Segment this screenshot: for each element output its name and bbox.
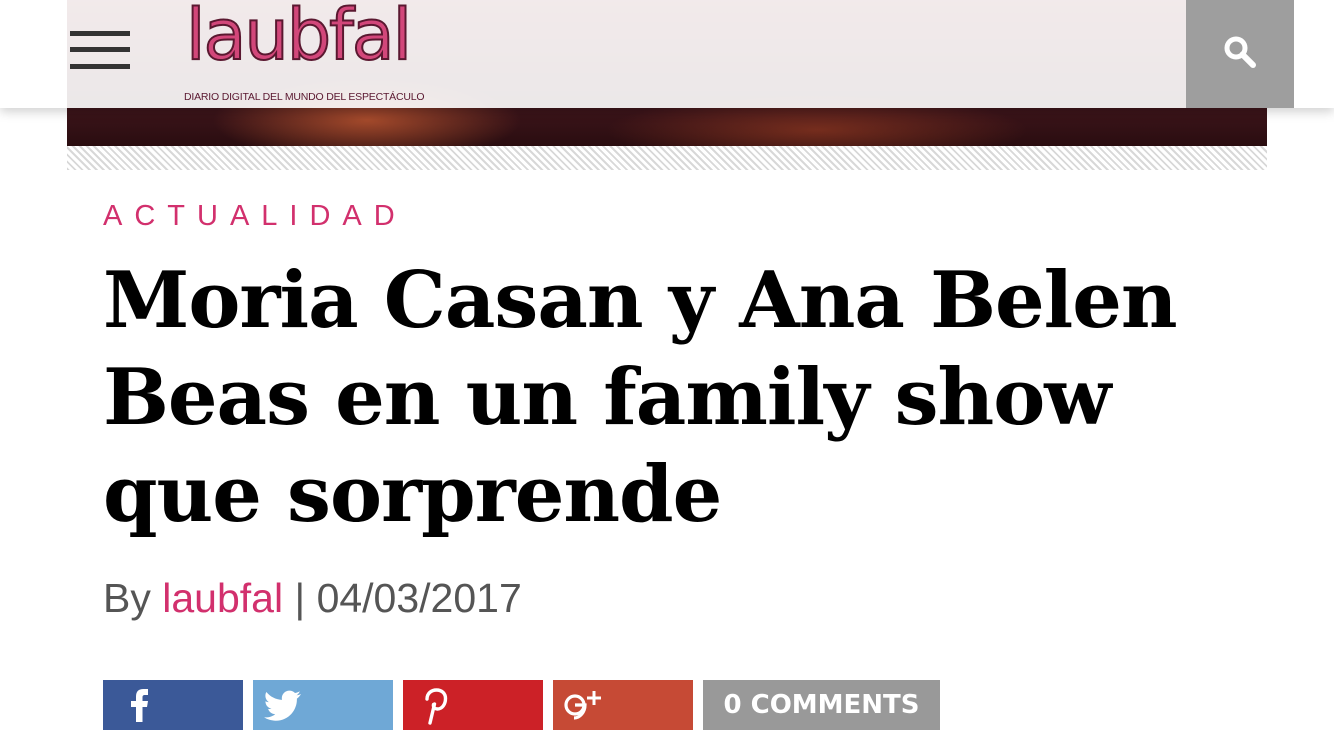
author-link[interactable]: laubfal [162, 575, 283, 621]
twitter-share-button[interactable] [253, 680, 393, 730]
article-title: Moria Casan y Ana Belen Beas en un famil… [103, 255, 1178, 540]
search-button[interactable] [1186, 0, 1294, 108]
byline-separator: | [294, 575, 306, 621]
article-byline: By laubfal | 04/03/2017 [103, 575, 522, 622]
logo-tagline: DIARIO DIGITAL DEL MUNDO DEL ESPECTÁCULO [184, 91, 425, 103]
pinterest-share-button[interactable] [403, 680, 543, 730]
google-plus-icon [564, 691, 601, 720]
article-category[interactable]: ACTUALIDAD [103, 200, 407, 233]
search-icon [1224, 36, 1256, 68]
striped-divider [67, 146, 1267, 170]
site-logo[interactable]: laubfal DIARIO DIGITAL DEL MUNDO DEL ESP… [180, 0, 470, 108]
top-navbar: laubfal DIARIO DIGITAL DEL MUNDO DEL ESP… [0, 0, 1334, 108]
logo-wordmark: laubfal [185, 0, 413, 77]
pinterest-icon [425, 688, 448, 725]
byline-prefix: By [103, 575, 151, 621]
facebook-icon [131, 689, 148, 722]
hamburger-menu-icon[interactable] [70, 31, 130, 69]
twitter-icon [264, 690, 301, 721]
facebook-share-button[interactable] [103, 680, 243, 730]
comments-button[interactable]: 0 COMMENTS [703, 680, 940, 730]
google-plus-share-button[interactable] [553, 680, 693, 730]
article-date: 04/03/2017 [316, 575, 522, 621]
